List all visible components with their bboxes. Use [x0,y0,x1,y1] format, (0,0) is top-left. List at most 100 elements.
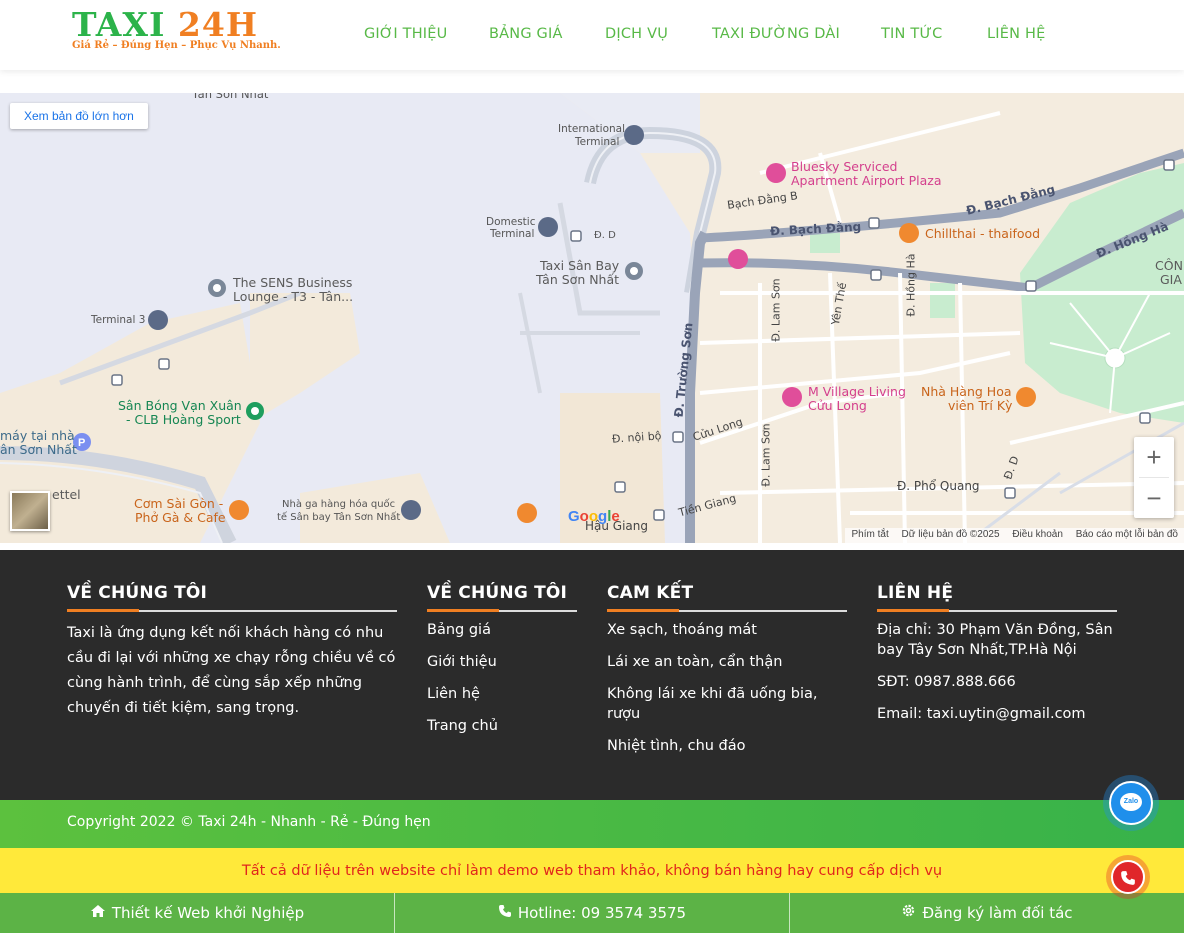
logo-word-taxi: TAXI [72,5,166,44]
keyboard-shortcuts-link[interactable]: Phím tắt [851,529,888,540]
footer-about: VỀ CHÚNG TÔI Taxi là ứng dụng kết nối kh… [67,583,397,721]
map-label: Đ. D [594,230,616,241]
copyright-bar: Copyright 2022 © Taxi 24h - Nhanh - Rẻ -… [0,800,1184,848]
embedded-map[interactable]: P Tân Sơn Nhất International Terminal Do… [0,93,1184,543]
nav-tin-tuc[interactable]: TIN TỨC [881,26,942,42]
footer-contact: LIÊN HỆ Địa chỉ: 30 Phạm Văn Đồng, Sân b… [877,583,1117,736]
map-label: tế Sân bay Tân Sơn Nhất [277,512,401,523]
logo-word-24h: 24H [177,5,259,44]
map-label: Đ. Phổ Quang [897,479,980,493]
phone-icon [498,893,512,933]
map-label: ettel [52,487,81,502]
site-footer: VỀ CHÚNG TÔI Taxi là ứng dụng kết nối kh… [0,550,1184,800]
zoom-control: + − [1134,437,1174,518]
contact-email[interactable]: Email: taxi.uytin@gmail.com [877,704,1117,724]
site-logo[interactable]: TAXI 24H Giá Rẻ – Đúng Hẹn – Phục Vụ Nha… [72,6,281,52]
footer-link-gioi-thieu[interactable]: Giới thiệu [427,652,577,672]
contact-phone[interactable]: SĐT: 0987.888.666 [877,672,1117,692]
map-label: Đ. Lam Sơn [759,423,773,487]
map-label: Terminal [575,136,620,148]
view-larger-map-link[interactable]: Xem bản đồ lớn hơn [10,103,148,129]
map-label: Nhà ga hàng hóa quốc [282,499,396,510]
partner-signup-button[interactable]: Đăng ký làm đối tác [790,893,1184,933]
zalo-chat-button[interactable]: Zalo [1103,775,1159,831]
gear-icon [901,893,916,933]
map-label: The SENS Business [233,275,353,290]
terms-link[interactable]: Điều khoản [1012,529,1063,540]
svg-text:P: P [78,437,85,449]
logo-tagline: Giá Rẻ – Đúng Hẹn – Phục Vụ Nhanh. [72,40,281,51]
footer-link-trang-chu[interactable]: Trang chủ [427,716,577,736]
demo-notice: Tất cả dữ liệu trên website chỉ làm demo… [0,848,1184,893]
commit-item: Nhiệt tình, chu đáo [607,738,746,754]
footer-commit: CAM KẾT Xe sạch, thoáng mát Lái xe an to… [607,583,847,768]
home-icon [90,893,106,933]
map-label: Chillthai - thaifood [925,226,1041,241]
nav-taxi-duong-dai[interactable]: TAXI ĐƯỜNG DÀI [712,26,840,42]
partner-signup-label: Đăng ký làm đối tác [922,904,1073,922]
nav-dich-vu[interactable]: DỊCH VỤ [605,26,668,42]
map-label: GIA [1160,272,1182,287]
zoom-in-button[interactable]: + [1134,437,1174,477]
map-label: Đ. Hồng Hà [904,253,918,317]
site-header: TAXI 24H Giá Rẻ – Đúng Hẹn – Phục Vụ Nha… [0,0,1184,70]
zalo-icon: Zalo [1109,781,1153,825]
commit-item: Không lái xe khi đã uống bia, rượu [607,686,818,722]
footer-divider [427,609,577,612]
google-logo: Google [568,508,620,525]
nav-gioi-thieu[interactable]: GIỚI THIỆU [364,26,447,42]
footer-link-lien-he[interactable]: Liên hệ [427,684,577,704]
nav-bang-gia[interactable]: BẢNG GIÁ [489,26,563,42]
web-design-label: Thiết kế Web khởi Nghiệp [111,904,305,922]
map-label: Bluesky Serviced [791,159,898,174]
map-label: Apartment Airport Plaza [791,173,942,188]
footer-links: VỀ CHÚNG TÔI Bảng giá Giới thiệu Liên hệ… [427,583,577,748]
logo-title: TAXI 24H [72,6,272,44]
map-label: M Village Living [808,384,906,399]
map-label: International [558,123,626,135]
web-design-button[interactable]: Thiết kế Web khởi Nghiệp [0,893,395,933]
hotline-button[interactable]: Hotline: 09 3574 3575 [395,893,790,933]
nav-lien-he[interactable]: LIÊN HỆ [987,26,1045,42]
map-label: Sân Bóng Vạn Xuân [118,398,242,413]
footer-commit-title: CAM KẾT [607,583,694,603]
map-label: Cơm Sài Gòn - [134,496,224,511]
phone-call-icon [1111,860,1145,894]
map-label: Cửu Long [808,398,867,413]
park-pin-icon [246,402,264,420]
commit-item: Lái xe an toàn, cẩn thận [607,654,783,670]
map-attribution: Phím tắt Dữ liệu bản đồ ©2025 Điều khoản… [845,528,1184,543]
hotline-label: Hotline: 09 3574 3575 [517,904,687,922]
map-label: Tân Sơn Nhất [192,93,269,101]
map-label: Lounge - T3 - Tân... [233,289,354,304]
footer-links-title: VỀ CHÚNG TÔI [427,583,568,603]
footer-about-text: Taxi là ứng dụng kết nối khách hàng có n… [67,625,396,716]
report-error-link[interactable]: Báo cáo một lỗi bản đồ [1076,529,1178,540]
commit-item: Xe sạch, thoáng mát [607,622,757,638]
zoom-out-button[interactable]: − [1134,478,1174,518]
footer-about-title: VỀ CHÚNG TÔI [67,583,208,603]
street-view-thumbnail[interactable] [10,491,50,531]
footer-link-bang-gia[interactable]: Bảng giá [427,620,577,640]
map-data-label: Dữ liệu bản đồ ©2025 [901,529,1000,540]
map-label: máy tại nhà [0,428,75,443]
bottom-action-bar: Thiết kế Web khởi Nghiệp Hotline: 09 357… [0,893,1184,933]
footer-divider [607,609,847,612]
map-label: - CLB Hoàng Sport [126,412,241,427]
call-now-button[interactable] [1106,855,1150,899]
map-label: Terminal 3 [91,314,146,326]
map-label: ân Sơn Nhất [0,442,77,457]
map-label: Tân Sơn Nhất [536,272,620,287]
footer-divider [67,609,397,612]
footer-divider [877,609,1117,612]
airport-terminal-icon [148,125,644,520]
map-label: Phở Gà & Cafe [135,510,226,525]
footer-contact-title: LIÊN HỆ [877,583,954,603]
map-label: CÔN [1155,258,1183,273]
map-label: Nhà Hàng Hoa [921,384,1012,399]
map-label: Đ. Lam Sơn [769,278,783,342]
map-label: viên Trí Kỳ [948,398,1013,413]
map-label: Terminal [490,228,535,240]
map-label: Taxi Sân Bay [540,258,620,273]
contact-address: Địa chỉ: 30 Phạm Văn Đồng, Sân bay Tây S… [877,622,1113,658]
